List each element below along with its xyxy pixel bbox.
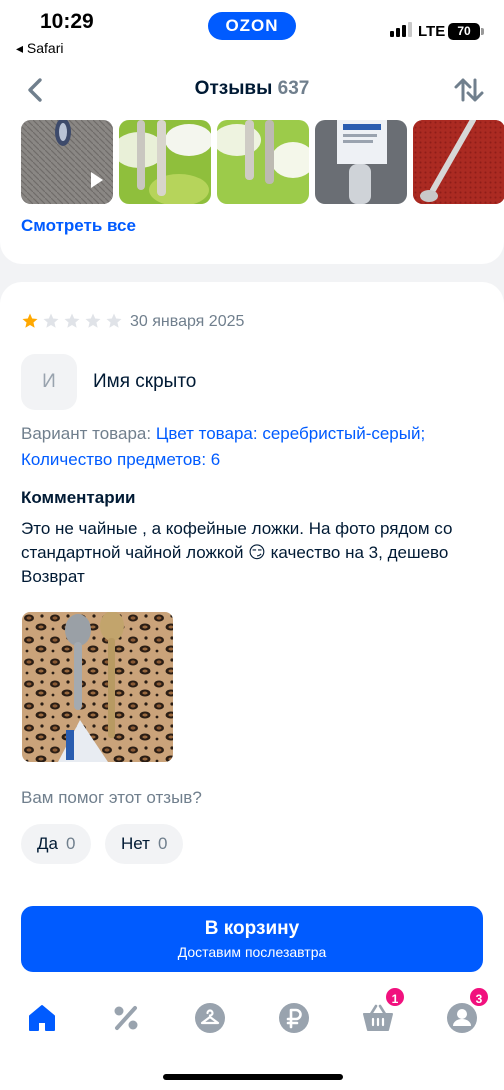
ozon-logo: OZON [208, 12, 296, 40]
add-to-cart-label: В корзину [204, 918, 300, 939]
status-bar: 10:29 ◂ Safari OZON LTE 70 [0, 0, 504, 64]
home-icon [29, 1005, 55, 1031]
delivery-info: Доставим послезавтра [177, 944, 327, 960]
battery-tip [481, 28, 484, 35]
helpful-question: Вам помог этот отзыв? [21, 788, 202, 807]
tab-sales[interactable] [106, 998, 146, 1038]
review-photos-strip: Смотреть все [0, 116, 504, 264]
photo-thumbnail[interactable] [315, 120, 407, 204]
product-variant: Вариант товара: Цвет товара: серебристый… [21, 421, 481, 473]
ruble-icon [279, 1003, 309, 1033]
percent-icon [114, 1006, 138, 1030]
home-indicator [163, 1074, 343, 1080]
battery-icon: 70 [448, 23, 480, 40]
avatar: И [21, 354, 77, 410]
rating-stars [21, 312, 123, 330]
star-filled-icon [22, 313, 38, 328]
bottom-panel: В корзину Доставим послезавтра 1 3 [0, 892, 504, 1090]
page-title-text: Отзывы [194, 78, 273, 99]
tab-fashion[interactable] [190, 998, 230, 1038]
star-empty-icon [85, 313, 101, 328]
network-type: LTE [418, 23, 446, 40]
review-card: 30 января 2025 И Имя скрыто Вариант това… [0, 282, 504, 892]
review-photo[interactable] [22, 612, 173, 762]
tab-home[interactable] [22, 998, 62, 1038]
review-date: 30 января 2025 [130, 313, 245, 330]
vote-no-count: 0 [157, 834, 168, 853]
tab-profile[interactable]: 3 [442, 986, 490, 1038]
tab-cart[interactable]: 1 [358, 986, 406, 1038]
status-time: 10:29 [40, 10, 94, 33]
vote-yes-label: Да [37, 834, 58, 853]
star-empty-icon [64, 313, 80, 328]
back-to-safari-link[interactable]: ◂ Safari [16, 40, 64, 57]
profile-badge: 3 [468, 986, 490, 1008]
page-title: Отзывы 637 [0, 78, 504, 100]
tab-finance[interactable] [274, 998, 314, 1038]
vote-no-button[interactable]: Нет 0 [105, 824, 184, 864]
reviews-count: 637 [277, 78, 310, 99]
sort-icon[interactable] [452, 74, 486, 106]
hanger-icon [195, 1003, 225, 1033]
photo-thumbnail[interactable] [217, 120, 309, 204]
vote-no-label: Нет [121, 834, 150, 853]
comment-text: Это не чайные , а кофейные ложки. На фот… [21, 519, 453, 586]
see-all-photos-link[interactable]: Смотреть все [21, 216, 136, 236]
cellular-signal-icon [390, 22, 412, 37]
variant-label: Вариант товара: [21, 424, 152, 443]
comments-heading: Комментарии [21, 488, 136, 507]
page-header: Отзывы 637 [0, 64, 504, 116]
add-to-cart-button[interactable]: В корзину Доставим послезавтра [21, 906, 483, 972]
vote-yes-count: 0 [65, 834, 76, 853]
star-empty-icon [43, 313, 59, 328]
photo-thumbnail[interactable] [413, 120, 504, 204]
vote-yes-button[interactable]: Да 0 [21, 824, 92, 864]
author-name: Имя скрыто [93, 371, 197, 392]
cart-badge: 1 [384, 986, 406, 1008]
photo-thumbnail[interactable] [21, 120, 113, 204]
star-empty-icon [106, 313, 122, 328]
photo-thumbnail[interactable] [119, 120, 211, 204]
